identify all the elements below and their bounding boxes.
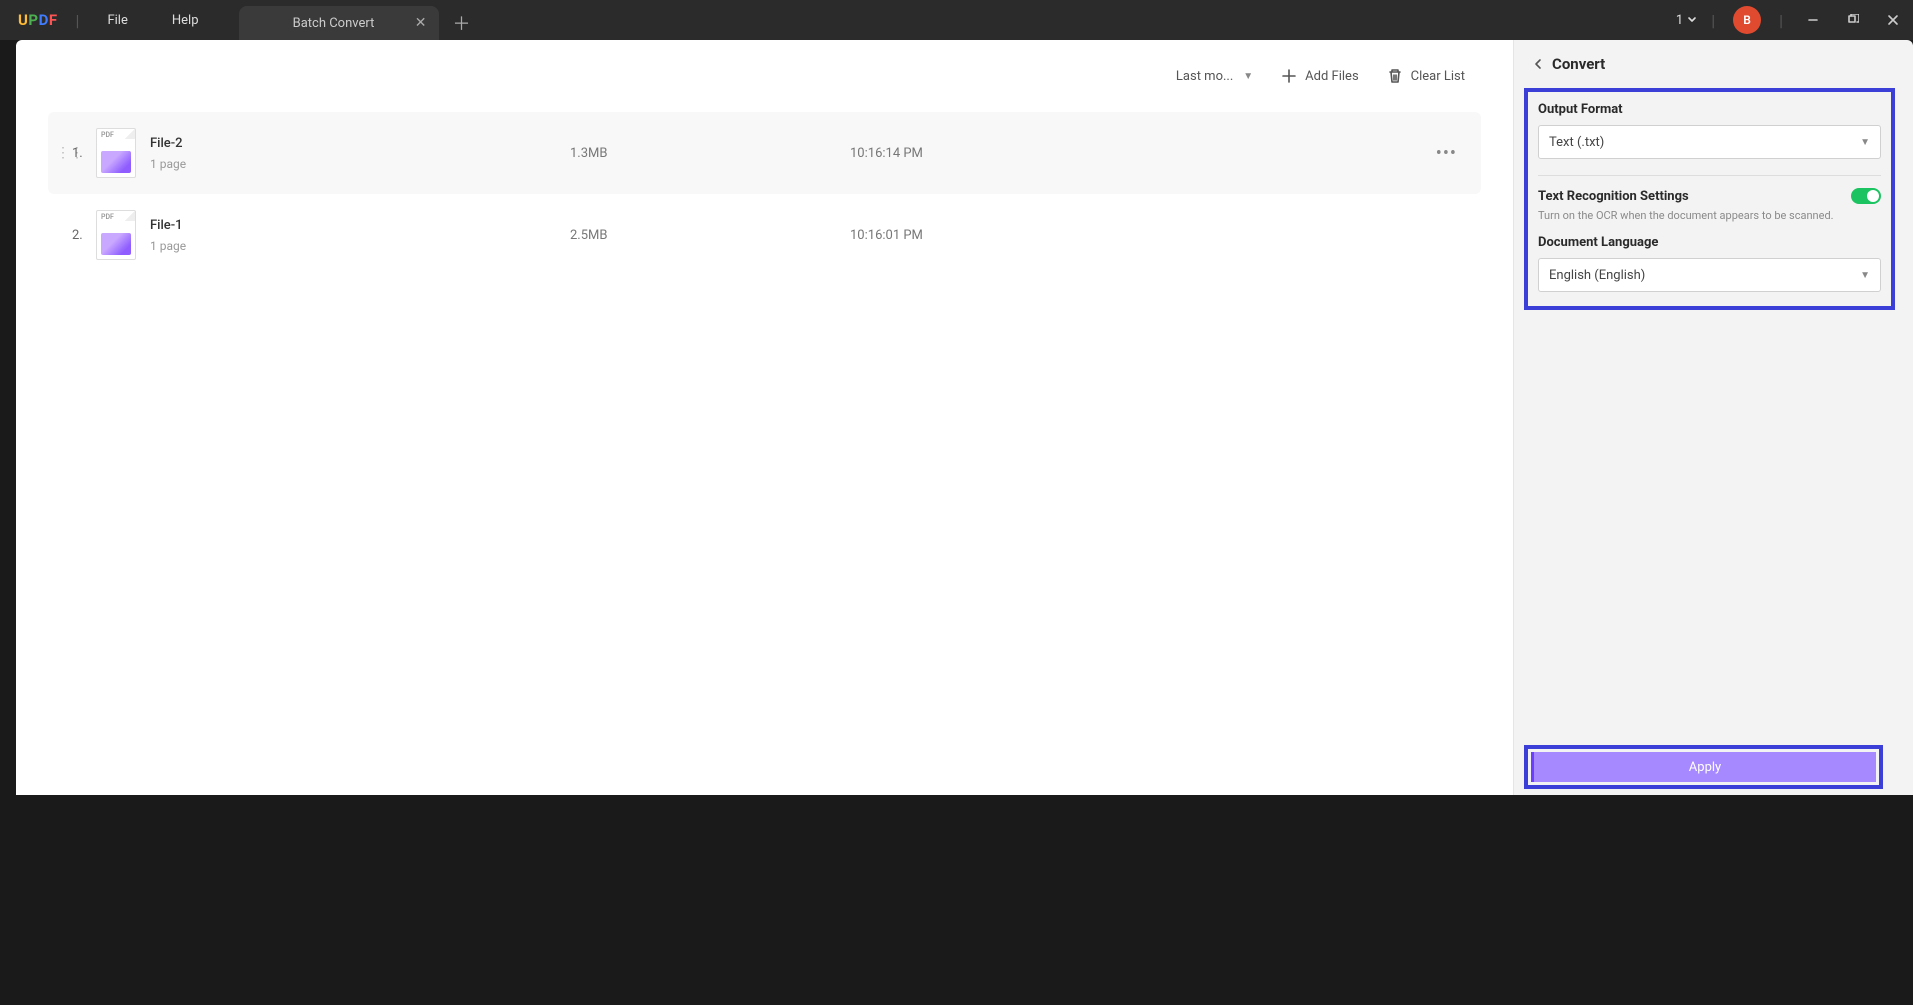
- divider: |: [1701, 11, 1725, 30]
- file-time: 10:16:14 PM: [850, 146, 1050, 161]
- apply-button[interactable]: Apply: [1531, 752, 1876, 782]
- convert-panel: Convert Output Format Text (.txt) ▼ Text…: [1513, 40, 1913, 795]
- output-format-select[interactable]: Text (.txt) ▼: [1538, 125, 1881, 159]
- maximize-button[interactable]: [1833, 0, 1873, 40]
- minimize-button[interactable]: [1793, 0, 1833, 40]
- titlebar: UPDF | File Help Batch Convert ✕ ＋ 1 | B…: [0, 0, 1913, 40]
- divider: [1538, 175, 1881, 176]
- app-logo: UPDF: [0, 11, 76, 29]
- tab-bar: Batch Convert ✕ ＋: [239, 0, 485, 40]
- chevron-down-icon: ▼: [1860, 137, 1870, 148]
- menu-help[interactable]: Help: [150, 0, 221, 40]
- file-name: File-2: [150, 136, 570, 151]
- row-index: 1.: [72, 146, 96, 161]
- main-content: Last mo... ▼ Add Files Clear List ⋮⋮ 1. …: [16, 40, 1513, 795]
- add-files-label: Add Files: [1305, 69, 1358, 84]
- file-row[interactable]: ⋮⋮ 1. File-2 1 page 1.3MB 10:16:14 PM ••…: [48, 112, 1481, 194]
- tab-batch-convert[interactable]: Batch Convert ✕: [239, 6, 439, 40]
- ocr-hint: Turn on the OCR when the document appear…: [1538, 208, 1881, 223]
- list-toolbar: Last mo... ▼ Add Files Clear List: [16, 40, 1513, 112]
- file-time: 10:16:01 PM: [850, 228, 1050, 243]
- chevron-left-icon: [1532, 58, 1544, 70]
- chevron-down-icon: ▼: [1243, 71, 1253, 82]
- chevron-down-icon: ▼: [1860, 270, 1870, 281]
- trash-icon: [1387, 68, 1403, 84]
- file-row[interactable]: ⋮⋮ 2. File-1 1 page 2.5MB 10:16:01 PM ••…: [48, 194, 1481, 276]
- clear-list-label: Clear List: [1411, 69, 1465, 84]
- close-icon[interactable]: ✕: [415, 15, 427, 31]
- window-count-value: 1: [1676, 13, 1683, 28]
- row-index: 2.: [72, 228, 96, 243]
- more-icon[interactable]: •••: [1436, 143, 1457, 164]
- output-format-value: Text (.txt): [1549, 135, 1604, 150]
- doc-language-label: Document Language: [1538, 235, 1881, 250]
- ocr-label: Text Recognition Settings: [1538, 189, 1689, 204]
- add-files-button[interactable]: Add Files: [1281, 68, 1358, 84]
- window-controls: 1 | B |: [1672, 0, 1913, 40]
- file-meta: File-2 1 page: [150, 136, 570, 171]
- menu-file[interactable]: File: [85, 0, 149, 40]
- minimize-icon: [1807, 14, 1819, 26]
- chevron-down-icon: [1687, 15, 1697, 25]
- sort-dropdown[interactable]: Last mo... ▼: [1176, 69, 1253, 84]
- divider: |: [76, 11, 80, 30]
- sort-label: Last mo...: [1176, 69, 1233, 84]
- drag-handle-icon[interactable]: ⋮⋮: [56, 145, 72, 161]
- close-icon: [1887, 14, 1899, 26]
- doc-language-select[interactable]: English (English) ▼: [1538, 258, 1881, 292]
- file-pages: 1 page: [150, 239, 570, 253]
- clear-list-button[interactable]: Clear List: [1387, 68, 1465, 84]
- window-count[interactable]: 1: [1672, 13, 1701, 28]
- apply-highlight-box: Apply: [1524, 745, 1883, 789]
- output-format-label: Output Format: [1538, 102, 1881, 117]
- back-button[interactable]: [1532, 55, 1544, 74]
- panel-header: Convert: [1514, 40, 1901, 88]
- panel-title: Convert: [1552, 55, 1605, 73]
- pdf-thumbnail: [96, 128, 136, 178]
- file-size: 2.5MB: [570, 228, 850, 243]
- doc-language-value: English (English): [1549, 268, 1645, 283]
- file-size: 1.3MB: [570, 146, 850, 161]
- new-tab-button[interactable]: ＋: [439, 6, 485, 40]
- file-name: File-1: [150, 218, 570, 233]
- user-avatar[interactable]: B: [1733, 6, 1761, 34]
- file-meta: File-1 1 page: [150, 218, 570, 253]
- tab-label: Batch Convert: [293, 16, 375, 31]
- settings-box: Output Format Text (.txt) ▼ Text Recogni…: [1524, 88, 1895, 310]
- plus-icon: [1281, 68, 1297, 84]
- close-button[interactable]: [1873, 0, 1913, 40]
- file-list: ⋮⋮ 1. File-2 1 page 1.3MB 10:16:14 PM ••…: [16, 112, 1513, 276]
- pdf-thumbnail: [96, 210, 136, 260]
- file-pages: 1 page: [150, 157, 570, 171]
- ocr-toggle[interactable]: [1851, 188, 1881, 204]
- maximize-icon: [1847, 14, 1859, 26]
- divider: |: [1769, 11, 1793, 30]
